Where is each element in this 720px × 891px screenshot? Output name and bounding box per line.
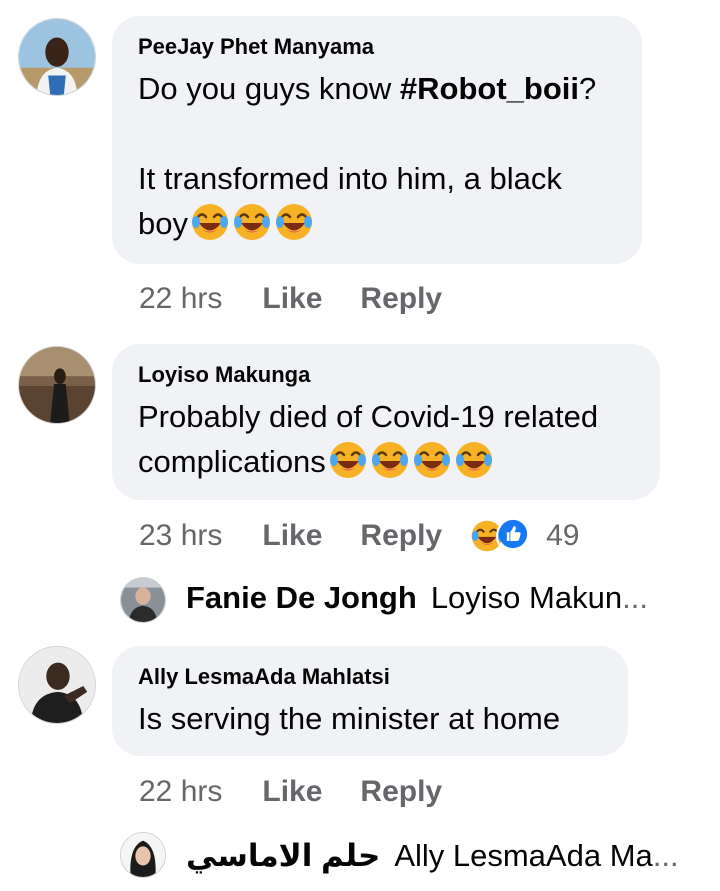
comment-author[interactable]: Loyiso Makunga [138,362,634,388]
reply-ellipsis: ... [622,580,648,615]
reply-text: Ally LesmaAda Ma [394,838,653,873]
comment-actions: 23 hrs Like Reply 49 [139,516,580,556]
reply-text: Loyiso Makun [430,580,623,615]
avatar[interactable] [120,832,166,878]
reply-preview[interactable]: Fanie De Jongh Loyiso Makun... [186,580,648,616]
reply-button[interactable]: Reply [360,519,442,553]
comment-text-segment: ? [579,71,597,106]
reply-preview[interactable]: حلم الاماسي Ally LesmaAda Ma... [186,838,679,874]
hashtag-link[interactable]: #Robot_boii [400,71,579,106]
reply-button[interactable]: Reply [360,775,442,809]
reply-author[interactable]: Fanie De Jongh [186,580,417,616]
laugh-emoji-icon [274,202,314,242]
comment-author[interactable]: Ally LesmaAda Mahlatsi [138,664,602,690]
reply-author[interactable]: حلم الاماسي [186,838,380,874]
comment-timestamp[interactable]: 23 hrs [139,519,222,553]
laugh-emoji-icon [328,440,368,480]
comment-text-segment: Do you guys know [138,71,400,106]
avatar[interactable] [18,18,96,96]
avatar[interactable] [18,646,96,724]
avatar[interactable] [120,577,166,623]
reply-ellipsis: ... [652,838,679,873]
comment-actions: 22 hrs Like Reply [139,772,480,812]
comment-timestamp[interactable]: 22 hrs [139,775,222,809]
comment-timestamp[interactable]: 22 hrs [139,282,222,316]
like-button[interactable]: Like [262,519,322,553]
laugh-emoji-icon [232,202,272,242]
comment-text: Is serving the minister at home [138,701,561,736]
comment-bubble: Ally LesmaAda Mahlatsi Is serving the mi… [112,646,628,756]
comment-actions: 22 hrs Like Reply [139,279,480,319]
laugh-emoji-icon [454,440,494,480]
like-button[interactable]: Like [262,282,322,316]
like-reaction-icon [496,517,535,555]
avatar[interactable] [18,346,96,424]
comment-author[interactable]: PeeJay Phet Manyama [138,34,616,60]
laugh-emoji-icon [370,440,410,480]
comment-text: Probably died of Covid-19 related compli… [138,394,634,484]
like-button[interactable]: Like [262,775,322,809]
comment-text: Do you guys know #Robot_boii? It transfo… [138,66,616,246]
laugh-emoji-icon [190,202,230,242]
comment-bubble: Loyiso Makunga Probably died of Covid-19… [112,344,660,500]
laugh-emoji-icon [412,440,452,480]
reactions-summary[interactable]: 49 [470,517,580,555]
reply-button[interactable]: Reply [360,282,442,316]
comment-bubble: PeeJay Phet Manyama Do you guys know #Ro… [112,16,642,264]
reaction-count: 49 [546,519,580,552]
comment-text-segment: Probably died of Covid-19 related compli… [138,399,599,479]
